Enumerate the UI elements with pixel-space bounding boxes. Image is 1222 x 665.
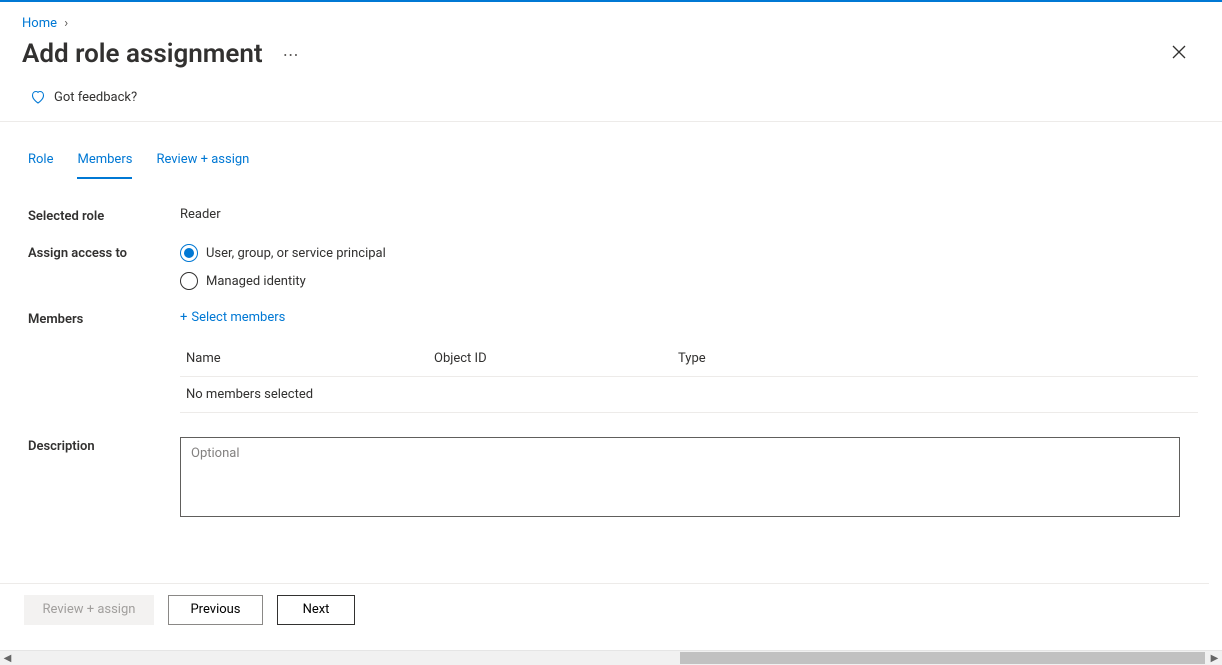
members-label: Members (28, 310, 180, 327)
description-textarea[interactable] (180, 437, 1180, 517)
column-object-id: Object ID (434, 351, 678, 366)
footer-bar: Review + assign Previous Next (0, 583, 1209, 635)
scroll-right-icon: ▶ (1207, 651, 1222, 665)
scrollbar-thumb[interactable] (680, 652, 1205, 664)
members-empty-message: No members selected (180, 376, 1198, 413)
radio-icon (180, 272, 198, 290)
tab-members[interactable]: Members (77, 146, 132, 179)
more-actions-button[interactable]: ⋯ (283, 45, 300, 64)
close-button[interactable] (1164, 41, 1194, 67)
chevron-right-icon: › (64, 16, 68, 31)
main-content: Role Members Review + assign Selected ro… (0, 132, 1222, 598)
close-icon (1172, 45, 1186, 59)
breadcrumb-home-link[interactable]: Home (22, 16, 57, 31)
radio-user-group-service-principal[interactable]: User, group, or service principal (180, 244, 1198, 262)
select-members-link[interactable]: + Select members (180, 310, 285, 325)
radio-label: User, group, or service principal (206, 246, 386, 261)
title-row: Add role assignment ⋯ (0, 35, 1222, 83)
tab-review-assign[interactable]: Review + assign (156, 146, 249, 179)
selected-role-value: Reader (180, 207, 1198, 222)
horizontal-scrollbar[interactable]: ◀ ▶ (0, 650, 1222, 665)
review-assign-button: Review + assign (24, 595, 154, 625)
column-name: Name (186, 351, 434, 366)
radio-managed-identity[interactable]: Managed identity (180, 272, 1198, 290)
next-button[interactable]: Next (277, 595, 355, 625)
divider (0, 121, 1222, 122)
feedback-link[interactable]: Got feedback? (0, 83, 1222, 121)
radio-icon (180, 244, 198, 262)
feedback-label: Got feedback? (54, 90, 137, 105)
members-table: Name Object ID Type No members selected (180, 341, 1198, 413)
tab-role[interactable]: Role (28, 146, 53, 179)
assign-access-to-label: Assign access to (28, 244, 180, 261)
description-label: Description (28, 437, 180, 454)
radio-label: Managed identity (206, 274, 306, 289)
column-type: Type (678, 351, 1192, 366)
heart-icon (30, 89, 46, 105)
scroll-left-icon: ◀ (0, 651, 15, 665)
previous-button[interactable]: Previous (168, 595, 263, 625)
breadcrumb: Home › (0, 4, 1222, 35)
tabs: Role Members Review + assign (28, 132, 1198, 179)
select-members-label: Select members (191, 310, 285, 325)
selected-role-label: Selected role (28, 207, 180, 224)
page-title: Add role assignment (22, 39, 263, 69)
plus-icon: + (180, 310, 187, 325)
